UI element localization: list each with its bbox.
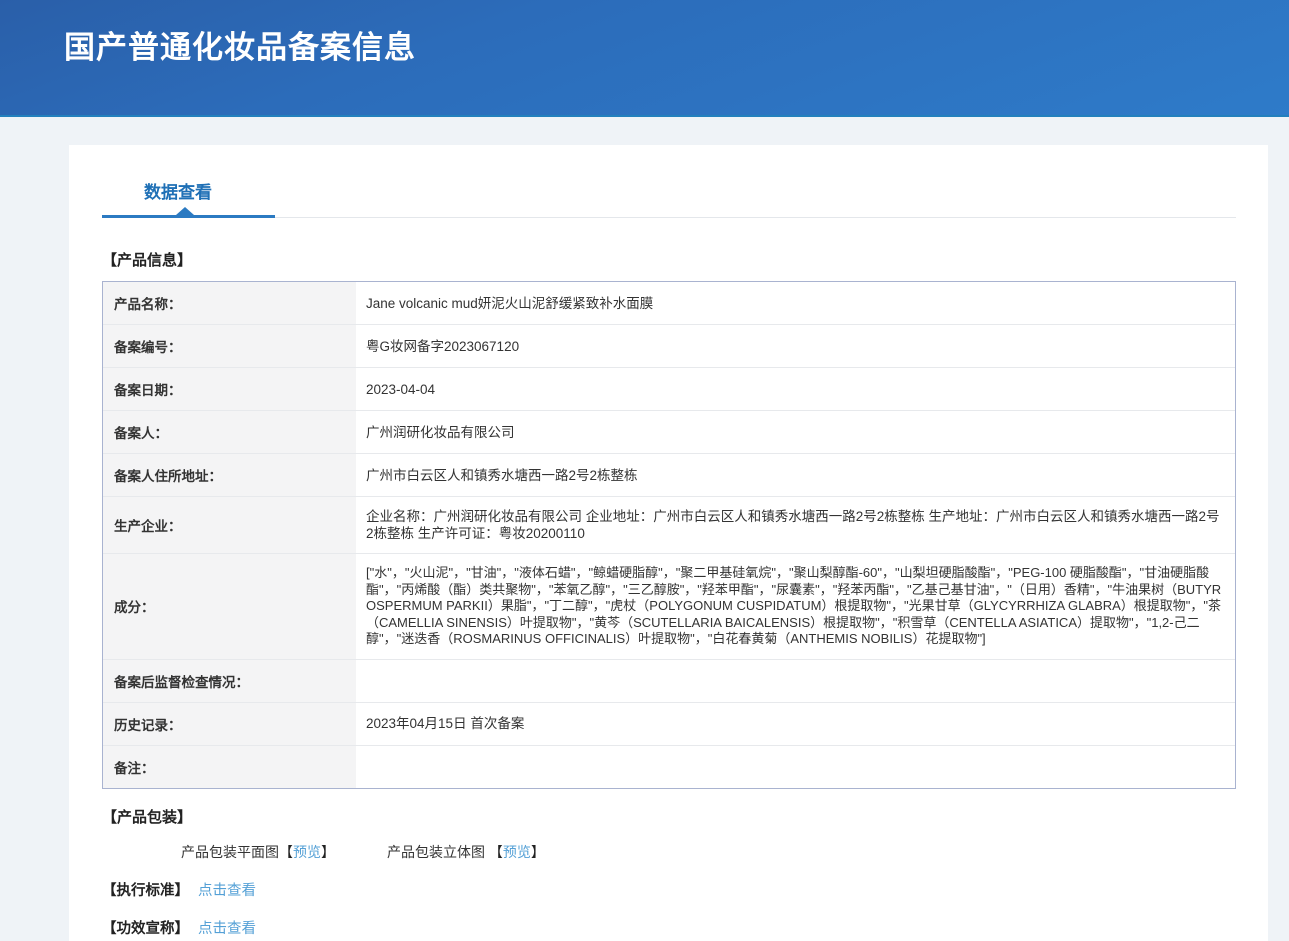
bracket-open: 【	[489, 844, 503, 860]
row-label: 备案后监督检查情况：	[103, 660, 356, 702]
table-row-history: 历史记录： 2023年04月15日 首次备案	[103, 703, 1235, 746]
row-label: 生产企业：	[103, 497, 356, 553]
row-value: 广州润研化妆品有限公司	[356, 411, 1235, 453]
standards-row: 【执行标准】点击查看	[102, 879, 1268, 900]
row-label: 备案日期：	[103, 368, 356, 410]
efficacy-row: 【功效宣称】点击查看	[102, 917, 1268, 938]
tab-active-indicator	[102, 215, 275, 218]
content-card: 数据查看 【产品信息】 产品名称： Jane volcanic mud妍泥火山泥…	[69, 145, 1268, 941]
packaging-flat-label: 产品包装平面图	[181, 844, 279, 860]
row-value	[356, 746, 1235, 788]
packaging-section-title: 【产品包装】	[102, 806, 1268, 827]
efficacy-view-link[interactable]: 点击查看	[198, 921, 256, 937]
packaging-stereo-item: 产品包装立体图 【预览】	[387, 842, 545, 862]
row-label: 产品名称：	[103, 282, 356, 324]
row-value	[356, 660, 1235, 702]
row-value: 2023年04月15日 首次备案	[356, 703, 1235, 745]
table-row-registrant-address: 备案人住所地址： 广州市白云区人和镇秀水塘西一路2号2栋整栋	[103, 454, 1235, 497]
bracket-open: 【	[279, 844, 293, 860]
table-row-registrant: 备案人： 广州润研化妆品有限公司	[103, 411, 1235, 454]
product-info-table: 产品名称： Jane volcanic mud妍泥火山泥舒缓紧致补水面膜 备案编…	[102, 281, 1236, 789]
table-row-record-date: 备案日期： 2023-04-04	[103, 368, 1235, 411]
row-value: 企业名称：广州润研化妆品有限公司 企业地址：广州市白云区人和镇秀水塘西一路2号2…	[356, 497, 1235, 553]
page-title: 国产普通化妆品备案信息	[0, 0, 1289, 67]
row-label: 历史记录：	[103, 703, 356, 745]
bracket-close: 】	[321, 844, 335, 860]
table-row-ingredients: 成分： ["水"，"火山泥"，"甘油"，"液体石蜡"，"鲸蜡硬脂醇"，"聚二甲基…	[103, 554, 1235, 660]
row-label: 备注：	[103, 746, 356, 788]
row-label: 备案人住所地址：	[103, 454, 356, 496]
bracket-close: 】	[531, 844, 545, 860]
tab-triangle-icon	[176, 207, 194, 215]
table-row-record-number: 备案编号： 粤G妆网备字2023067120	[103, 325, 1235, 368]
table-row-remarks: 备注：	[103, 746, 1235, 788]
tab-divider	[102, 215, 1236, 218]
row-label: 备案人：	[103, 411, 356, 453]
packaging-stereo-label: 产品包装立体图	[387, 844, 489, 860]
table-row-manufacturer: 生产企业： 企业名称：广州润研化妆品有限公司 企业地址：广州市白云区人和镇秀水塘…	[103, 497, 1235, 554]
table-row-product-name: 产品名称： Jane volcanic mud妍泥火山泥舒缓紧致补水面膜	[103, 282, 1235, 325]
packaging-flat-item: 产品包装平面图【预览】	[181, 842, 335, 862]
page-header: 国产普通化妆品备案信息	[0, 0, 1289, 117]
tab-data-view[interactable]: 数据查看	[144, 178, 212, 203]
standards-label: 【执行标准】	[102, 883, 189, 899]
packaging-links-row: 产品包装平面图【预览】产品包装立体图 【预览】	[181, 842, 1268, 862]
standards-view-link[interactable]: 点击查看	[198, 883, 256, 899]
row-label: 备案编号：	[103, 325, 356, 367]
table-row-supervision-check: 备案后监督检查情况：	[103, 660, 1235, 703]
row-value: 2023-04-04	[356, 368, 1235, 410]
row-value: 粤G妆网备字2023067120	[356, 325, 1235, 367]
product-info-section-title: 【产品信息】	[102, 249, 1268, 270]
row-value: 广州市白云区人和镇秀水塘西一路2号2栋整栋	[356, 454, 1235, 496]
row-label: 成分：	[103, 554, 356, 659]
row-value: ["水"，"火山泥"，"甘油"，"液体石蜡"，"鲸蜡硬脂醇"，"聚二甲基硅氧烷"…	[356, 554, 1235, 659]
row-value: Jane volcanic mud妍泥火山泥舒缓紧致补水面膜	[356, 282, 1235, 324]
packaging-flat-preview-link[interactable]: 预览	[293, 844, 321, 860]
efficacy-label: 【功效宣称】	[102, 921, 189, 937]
packaging-stereo-preview-link[interactable]: 预览	[503, 844, 531, 860]
